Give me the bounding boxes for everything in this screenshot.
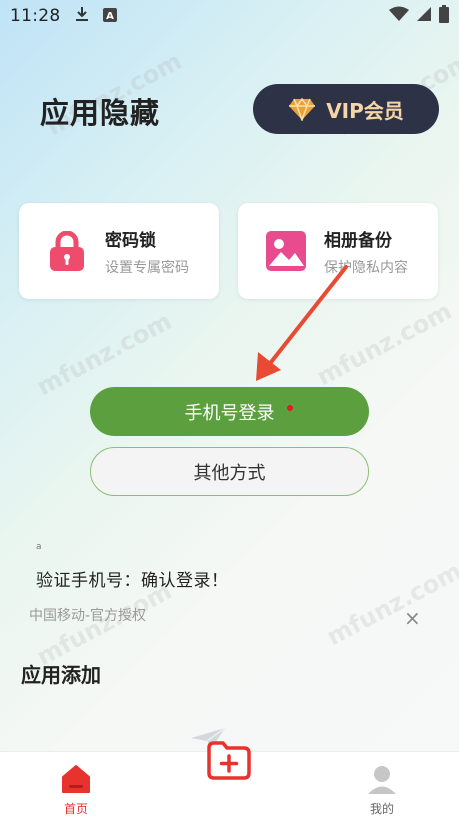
wifi-icon — [389, 6, 409, 26]
page-title: 应用隐藏 — [40, 96, 161, 130]
status-time: 11:28 — [10, 6, 61, 26]
password-lock-card[interactable]: 密码锁 设置专属密码 — [19, 203, 219, 299]
small-mark: a — [36, 542, 42, 552]
verify-text: 验证手机号：确认登录！ — [36, 571, 229, 591]
close-icon[interactable]: × — [404, 606, 421, 630]
header: 应用隐藏 VIP会员 — [0, 80, 459, 140]
tab-home[interactable]: 首页 — [46, 752, 106, 816]
svg-text:A: A — [106, 11, 114, 22]
phone-login-button[interactable]: 手机号登录 — [90, 387, 369, 436]
other-login-label: 其他方式 — [193, 462, 266, 484]
tab-home-label: 首页 — [63, 802, 88, 816]
add-app-button[interactable] — [198, 729, 260, 791]
lock-icon — [47, 231, 87, 271]
phone-login-label: 手机号登录 — [184, 402, 275, 424]
card-title: 相册备份 — [324, 230, 392, 251]
tab-me-label: 我的 — [369, 802, 394, 816]
other-login-button[interactable]: 其他方式 — [90, 447, 369, 496]
section-title: 应用添加 — [21, 663, 101, 687]
vip-label: VIP会员 — [326, 98, 404, 123]
notification-dot — [287, 405, 293, 411]
album-backup-card[interactable]: 相册备份 保护隐私内容 — [238, 203, 438, 299]
auth-provider-text: 中国移动-官方授权 — [29, 608, 147, 624]
image-icon — [266, 231, 306, 271]
signal-icon — [417, 6, 431, 26]
status-bar: 11:28 A — [0, 0, 459, 32]
a-app-icon: A — [102, 7, 117, 26]
diamond-icon — [288, 97, 316, 121]
card-subtitle: 保护隐私内容 — [324, 259, 408, 276]
download-icon — [75, 6, 89, 26]
tab-me[interactable]: 我的 — [352, 752, 412, 816]
folder-add-icon — [207, 741, 251, 780]
vip-button[interactable]: VIP会员 — [253, 84, 439, 134]
battery-icon — [439, 5, 449, 27]
card-subtitle: 设置专属密码 — [105, 259, 189, 276]
user-avatar-icon — [365, 762, 399, 796]
home-icon — [59, 762, 93, 796]
card-title: 密码锁 — [105, 230, 156, 251]
